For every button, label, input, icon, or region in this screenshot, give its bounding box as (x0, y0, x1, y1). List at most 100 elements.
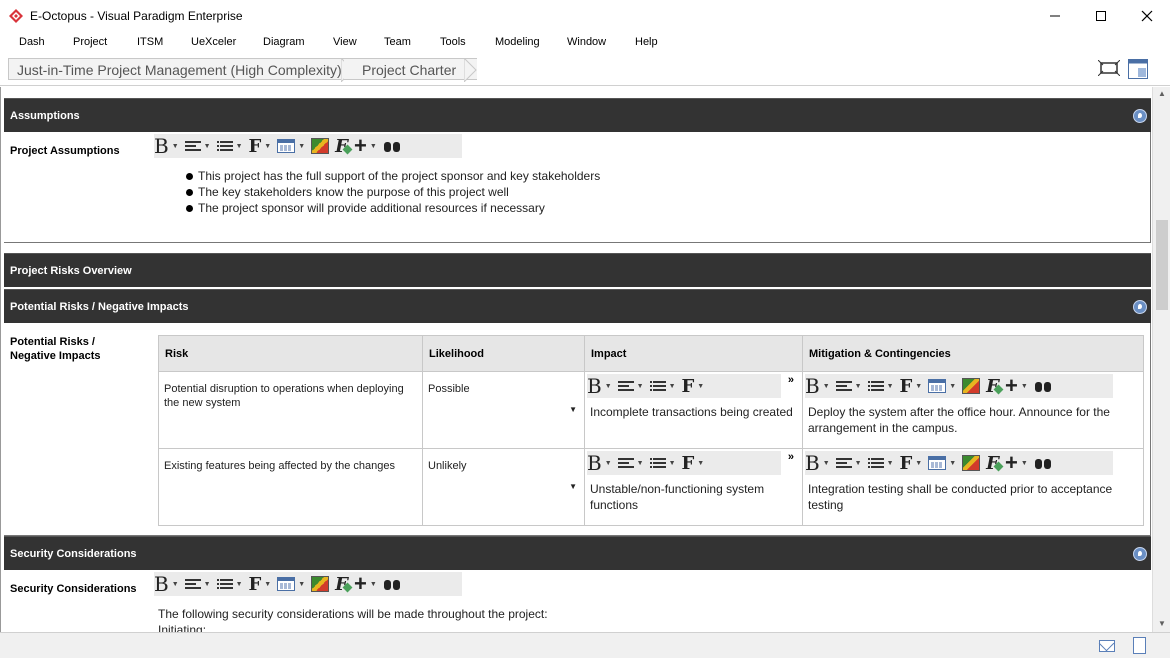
section-header-risks-overview[interactable]: Project Risks Overview (4, 253, 1151, 287)
find-button[interactable] (1034, 374, 1052, 398)
find-button[interactable] (383, 134, 401, 158)
menu-project[interactable]: Project (73, 36, 107, 48)
image-icon (311, 576, 330, 592)
section-header-potential-risks[interactable]: Potential Risks / Negative Impacts (4, 289, 1151, 323)
breadcrumb-item-charter[interactable]: Project Charter (344, 58, 477, 80)
font-button[interactable]: F ▼ (900, 374, 923, 398)
likelihood-select[interactable]: Unlikely ▼ (422, 448, 585, 526)
formula-button[interactable]: F (335, 572, 348, 596)
pin-icon[interactable] (1133, 547, 1147, 561)
binoculars-icon (383, 577, 401, 591)
bold-button[interactable]: B ▼ (805, 451, 830, 475)
likelihood-select[interactable]: Possible ▼ (422, 371, 585, 449)
table-row: Potential disruption to operations when … (158, 371, 1144, 449)
font-button[interactable]: F ▼ (249, 572, 272, 596)
font-button[interactable]: F ▼ (682, 451, 705, 475)
impact-cell[interactable]: B ▼ ▼ ▼ F ▼ » Incomplete transactions bein… (584, 371, 803, 449)
formula-button[interactable]: F (335, 134, 348, 158)
maximize-button[interactable] (1078, 0, 1124, 32)
risk-cell[interactable]: Existing features being affected by the … (158, 448, 423, 526)
table-button[interactable]: ▼ (928, 374, 956, 398)
menu-tools[interactable]: Tools (440, 36, 466, 48)
section-header-security[interactable]: Security Considerations (4, 536, 1151, 570)
menu-view[interactable]: View (333, 36, 357, 48)
mitigation-cell[interactable]: B ▼ ▼ ▼ F ▼ ▼ F + ▼ Integration testing sha… (802, 448, 1144, 526)
list-button[interactable]: ▼ (216, 134, 243, 158)
list-button[interactable]: ▼ (867, 451, 894, 475)
menu-dash[interactable]: Dash (19, 36, 45, 48)
align-button[interactable]: ▼ (835, 451, 862, 475)
breadcrumb-item-project[interactable]: Just-in-Time Project Management (High Co… (8, 58, 353, 80)
font-button[interactable]: F ▼ (682, 374, 705, 398)
image-button[interactable] (962, 451, 981, 475)
insert-button[interactable]: + ▼ (1005, 451, 1028, 475)
pin-icon[interactable] (1133, 300, 1147, 314)
scroll-up-icon[interactable]: ▲ (1158, 89, 1166, 98)
bold-button[interactable]: B ▼ (587, 374, 612, 398)
menu-diagram[interactable]: Diagram (263, 36, 305, 48)
table-icon (277, 577, 296, 591)
security-text-initiating[interactable]: Initiating: (158, 623, 206, 632)
assumptions-list[interactable]: This project has the full support of the… (186, 168, 600, 216)
menu-modeling[interactable]: Modeling (495, 36, 540, 48)
bold-button[interactable]: B ▼ (805, 374, 830, 398)
bold-button[interactable]: B ▼ (587, 451, 612, 475)
font-button[interactable]: F ▼ (249, 134, 272, 158)
align-button[interactable]: ▼ (184, 134, 211, 158)
list-button[interactable]: ▼ (867, 374, 894, 398)
image-button[interactable] (311, 572, 330, 596)
image-button[interactable] (962, 374, 981, 398)
scroll-down-icon[interactable]: ▼ (1158, 619, 1166, 628)
formula-button[interactable]: F (986, 374, 999, 398)
pin-icon[interactable] (1133, 109, 1147, 123)
menu-uexceler[interactable]: UeXceler (191, 36, 236, 48)
insert-button[interactable]: + ▼ (1005, 374, 1028, 398)
insert-button[interactable]: + ▼ (354, 572, 377, 596)
more-tools-button[interactable]: » (788, 374, 794, 386)
more-tools-button[interactable]: » (788, 451, 794, 463)
list-button[interactable]: ▼ (649, 374, 676, 398)
menu-team[interactable]: Team (384, 36, 411, 48)
dropdown-arrow-icon[interactable]: ▼ (569, 405, 577, 414)
image-button[interactable] (311, 134, 330, 158)
align-left-icon (835, 457, 852, 469)
list-button[interactable]: ▼ (216, 572, 243, 596)
align-left-icon (835, 380, 852, 392)
security-text[interactable]: The following security considerations wi… (158, 607, 548, 621)
bold-button[interactable]: B ▼ (154, 134, 179, 158)
list-button[interactable]: ▼ (649, 451, 676, 475)
section-header-assumptions[interactable]: Assumptions (4, 98, 1151, 132)
table-button[interactable]: ▼ (928, 451, 956, 475)
find-button[interactable] (383, 572, 401, 596)
status-bar (0, 632, 1170, 658)
find-button[interactable] (1034, 451, 1052, 475)
menu-help[interactable]: Help (635, 36, 658, 48)
vertical-scrollbar[interactable]: ▲ ▼ (1152, 87, 1170, 632)
minimize-button[interactable] (1032, 0, 1078, 32)
align-button[interactable]: ▼ (617, 374, 644, 398)
bold-button[interactable]: B ▼ (154, 572, 179, 596)
scroll-thumb[interactable] (1156, 220, 1168, 310)
align-button[interactable]: ▼ (835, 374, 862, 398)
note-icon[interactable] (1133, 637, 1146, 654)
mail-icon[interactable] (1099, 640, 1115, 652)
formula-button[interactable]: F (986, 451, 999, 475)
image-icon (962, 455, 981, 471)
table-button[interactable]: ▼ (277, 572, 305, 596)
menu-window[interactable]: Window (567, 36, 606, 48)
menu-itsm[interactable]: ITSM (137, 36, 163, 48)
align-button[interactable]: ▼ (617, 451, 644, 475)
panel-icon[interactable] (1128, 59, 1148, 79)
impact-cell[interactable]: B ▼ ▼ ▼ F ▼ » Unstable/non-functioning sys… (584, 448, 803, 526)
table-button[interactable]: ▼ (277, 134, 305, 158)
fit-screen-icon[interactable] (1098, 60, 1120, 76)
mitigation-cell[interactable]: B ▼ ▼ ▼ F ▼ ▼ F + ▼ Deploy the system after… (802, 371, 1144, 449)
dropdown-arrow-icon[interactable]: ▼ (569, 482, 577, 491)
risk-cell[interactable]: Potential disruption to operations when … (158, 371, 423, 449)
font-button[interactable]: F ▼ (900, 451, 923, 475)
insert-button[interactable]: + ▼ (354, 134, 377, 158)
align-button[interactable]: ▼ (184, 572, 211, 596)
formula-icon: F (986, 452, 999, 474)
close-button[interactable] (1124, 0, 1170, 32)
binoculars-icon (383, 139, 401, 153)
